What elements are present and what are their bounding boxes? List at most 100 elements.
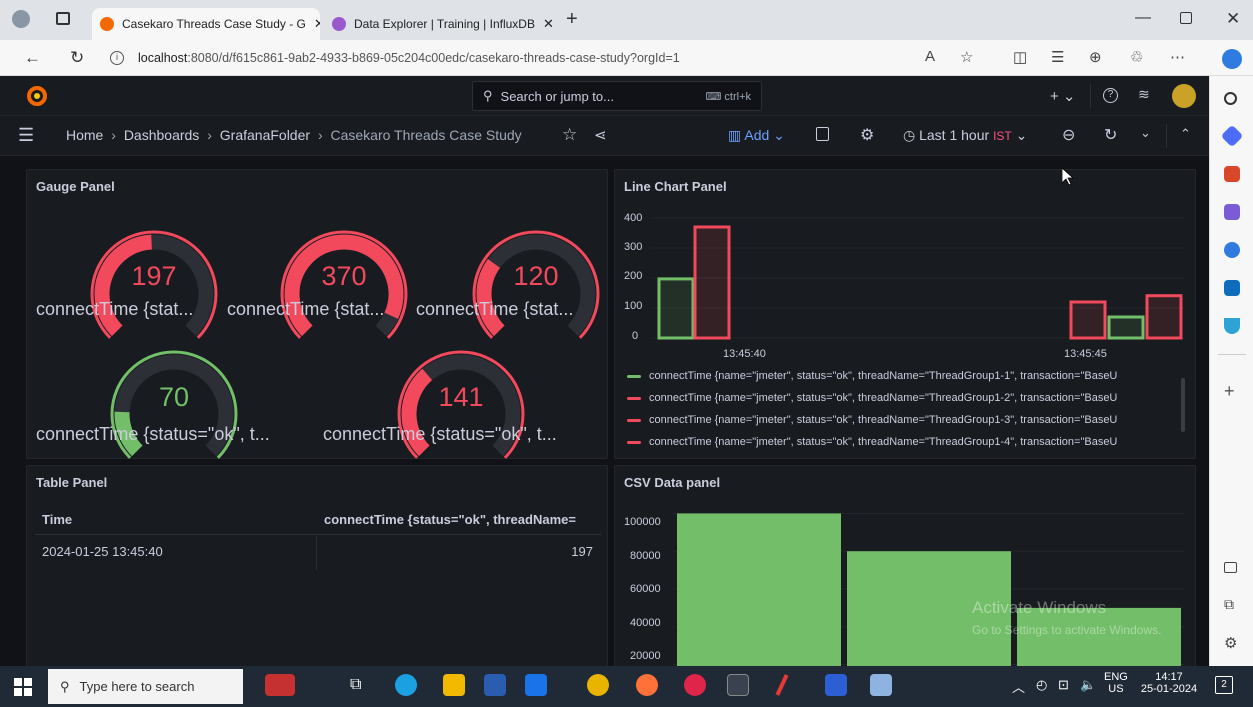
pen-icon[interactable]	[775, 674, 789, 696]
volume-icon[interactable]: 🔈	[1080, 677, 1096, 693]
breadcrumb-folder[interactable]: GrafanaFolder	[220, 127, 310, 143]
x-tick-label: 13:45:45	[1064, 348, 1107, 360]
task-view-icon[interactable]: ⧉	[350, 676, 361, 694]
star-icon[interactable]: ☆	[562, 125, 577, 145]
menu-hamburger-icon[interactable]: ☰	[18, 125, 34, 146]
mail-icon[interactable]	[525, 674, 547, 696]
time-picker[interactable]: ◷ Last 1 hour IST ⌄	[903, 127, 1027, 144]
tray-app-icon[interactable]: ◴	[1036, 677, 1047, 693]
network-icon[interactable]: ⊡	[1058, 677, 1069, 693]
line-chart-panel[interactable]: Line Chart Panel 400 300 200 100 0 13:45…	[614, 169, 1196, 459]
table-panel[interactable]: Table Panel Time connectTime {status="ok…	[26, 465, 608, 675]
save-icon[interactable]	[816, 127, 829, 141]
extensions-icon[interactable]: ♲	[1130, 48, 1143, 66]
taskbar-search[interactable]: ⚲ Type here to search	[48, 669, 243, 704]
close-tab-icon[interactable]: ✕	[306, 16, 320, 32]
language-indicator[interactable]: ENG US	[1104, 671, 1128, 695]
tab-influxdb[interactable]: Data Explorer | Training | InfluxDB ✕	[324, 8, 556, 40]
edge-icon[interactable]	[395, 674, 417, 696]
restore-icon[interactable]	[1180, 12, 1192, 24]
clock-time: 14:17	[1155, 671, 1183, 683]
gauge-value: 141	[438, 382, 484, 412]
help-icon[interactable]: ?	[1103, 88, 1118, 103]
split-screen-icon[interactable]: ◫	[1013, 48, 1027, 66]
powershell-icon[interactable]	[825, 674, 847, 696]
microsoft365-icon[interactable]	[1224, 242, 1240, 258]
gift-icon[interactable]	[265, 674, 295, 696]
games-icon[interactable]	[1224, 204, 1240, 220]
new-menu-button[interactable]: + ⌄	[1050, 87, 1076, 105]
add-sidebar-app-icon[interactable]: +	[1224, 381, 1235, 402]
notifications-icon[interactable]: 2	[1215, 676, 1233, 694]
legend-item[interactable]: connectTime {name="jmeter", status="ok",…	[627, 370, 1185, 392]
y-tick-label: 400	[624, 212, 643, 224]
firefox-icon[interactable]	[636, 674, 658, 696]
search-icon: ⚲	[60, 678, 70, 694]
bar	[1145, 294, 1183, 340]
search-icon[interactable]	[1224, 92, 1237, 105]
chrome-icon[interactable]	[587, 674, 609, 696]
column-header-time[interactable]: Time	[42, 512, 72, 527]
external-link-icon[interactable]: ⧉	[1224, 596, 1234, 613]
favorite-star-icon[interactable]: ☆	[960, 48, 973, 66]
clock[interactable]: 14:17 25-01-2024	[1138, 671, 1200, 695]
more-menu-icon[interactable]: ⋯	[1170, 48, 1185, 66]
gauge-panel[interactable]: Gauge Panel 197 370 120 70 141 connectTi…	[26, 169, 608, 459]
search-bar[interactable]: ⚲ Search or jump to... ⌨ ctrl+k	[472, 81, 762, 111]
site-info-icon[interactable]: i	[110, 51, 124, 65]
sidebar-layout-icon[interactable]	[1224, 562, 1237, 573]
refresh-interval-chevron-icon[interactable]: ⌄	[1140, 125, 1151, 141]
gauge-label: connectTime {stat...	[227, 299, 385, 319]
news-rss-icon[interactable]: ≋	[1138, 86, 1150, 103]
legend-item[interactable]: connectTime {name="jmeter", status="ok",…	[627, 392, 1185, 414]
refresh-icon[interactable]: ↻	[70, 48, 84, 68]
breadcrumb-dashboards[interactable]: Dashboards	[124, 127, 200, 143]
refresh-dashboard-icon[interactable]: ↻	[1104, 125, 1117, 145]
minimize-icon[interactable]: —	[1135, 9, 1151, 27]
drop-icon[interactable]	[1224, 318, 1240, 334]
user-avatar[interactable]	[1172, 84, 1196, 108]
clock-date: 25-01-2024	[1140, 683, 1198, 695]
add-label: Add	[744, 127, 770, 143]
collections-icon[interactable]: ⊕	[1089, 48, 1102, 66]
grafana-logo-icon[interactable]	[26, 85, 48, 107]
file-explorer-icon[interactable]	[443, 674, 465, 696]
settings-gear-icon[interactable]: ⚙	[860, 125, 874, 145]
legend-scrollbar[interactable]	[1181, 378, 1185, 432]
legend-item[interactable]: connectTime {name="jmeter", status="ok",…	[627, 436, 1185, 454]
csv-bar-chart-svg	[673, 512, 1185, 676]
collapse-header-icon[interactable]: ⌃	[1180, 126, 1191, 142]
tab-actions-icon[interactable]	[56, 12, 70, 25]
csv-data-panel[interactable]: CSV Data panel 100000 80000 60000 40000 …	[614, 465, 1196, 676]
tab-grafana[interactable]: Casekaro Threads Case Study - G ✕	[92, 8, 320, 40]
zoom-out-icon[interactable]: ⊖	[1062, 125, 1075, 145]
windows-start-icon[interactable]	[14, 678, 32, 696]
tray-expand-icon[interactable]: ︿	[1012, 677, 1025, 696]
outlook-icon[interactable]	[1224, 280, 1240, 296]
tools-briefcase-icon[interactable]	[1224, 166, 1240, 182]
column-header-connecttime[interactable]: connectTime {status="ok", threadName=	[324, 512, 602, 527]
add-button[interactable]: ▥ Add ⌄	[728, 127, 785, 144]
tab-title: Data Explorer | Training | InfluxDB	[354, 17, 535, 31]
search-placeholder: Search or jump to...	[500, 88, 614, 104]
legend-item[interactable]: connectTime {name="jmeter", status="ok",…	[627, 414, 1185, 436]
url-field[interactable]: i localhost:8080/d/f615c861-9ab2-4933-b8…	[110, 45, 910, 71]
copilot-icon[interactable]	[1222, 49, 1242, 69]
breadcrumb-home[interactable]: Home	[66, 127, 103, 143]
vivaldi-icon[interactable]	[684, 674, 706, 696]
y-tick-label: 100	[624, 300, 643, 312]
read-aloud-icon[interactable]: A	[925, 48, 935, 65]
close-tab-icon[interactable]: ✕	[535, 16, 554, 32]
shopping-tag-icon[interactable]	[1220, 124, 1244, 148]
terminal-icon[interactable]	[727, 674, 749, 696]
back-icon[interactable]: ←	[24, 48, 41, 68]
store-icon[interactable]	[484, 674, 506, 696]
new-tab-icon[interactable]: +	[566, 8, 578, 31]
favorites-list-icon[interactable]: ☰	[1051, 48, 1064, 66]
profile-icon[interactable]	[12, 10, 30, 28]
sidebar-settings-icon[interactable]: ⚙	[1224, 634, 1237, 652]
share-icon[interactable]: ⋖	[594, 126, 607, 144]
close-window-icon[interactable]: ✕	[1226, 9, 1240, 29]
bar	[1107, 315, 1145, 340]
snipping-tool-icon[interactable]	[870, 674, 892, 696]
